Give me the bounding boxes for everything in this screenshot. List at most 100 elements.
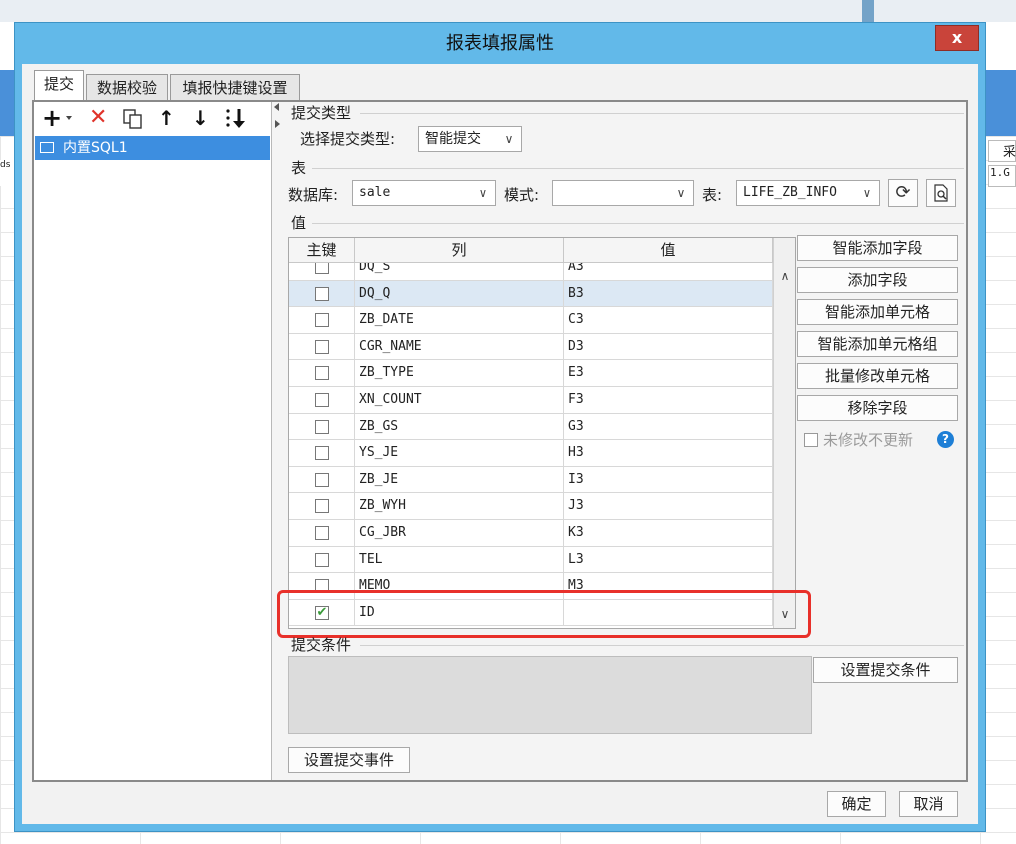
schema-select[interactable]: ∨ xyxy=(552,180,694,206)
header-value[interactable]: 值 xyxy=(564,238,773,262)
column-cell[interactable]: DQ_Q xyxy=(355,280,564,307)
table-row[interactable]: ZB_GS G3 xyxy=(289,413,773,441)
table-scrollbar[interactable]: ∧ ∨ xyxy=(773,238,795,628)
primary-key-checkbox[interactable] xyxy=(315,339,329,354)
submit-condition-area[interactable] xyxy=(288,656,812,734)
value-cell[interactable]: J3 xyxy=(564,493,773,519)
table-row[interactable]: TEL L3 xyxy=(289,546,773,574)
value-cell[interactable]: E3 xyxy=(564,360,773,386)
table-value: LIFE_ZB_INFO xyxy=(743,185,837,200)
refresh-icon: ⟳ xyxy=(895,182,911,203)
column-cell[interactable]: ZB_DATE xyxy=(355,307,564,333)
value-cell[interactable]: C3 xyxy=(564,307,773,333)
value-cell[interactable]: K3 xyxy=(564,519,773,546)
expand-right-icon[interactable] xyxy=(275,120,280,128)
add-icon[interactable]: + xyxy=(42,106,68,130)
field-mapping-table: DQ_S A3 DQ_Q B3 ZB_DATE C3 CGR_NAME D3 ZB_TYPE E3… xyxy=(288,237,796,629)
list-item-selected[interactable]: 内置SQL1 xyxy=(35,136,270,160)
column-cell[interactable]: CGR_NAME xyxy=(355,333,564,360)
database-select[interactable]: sale ∨ xyxy=(352,180,496,206)
primary-key-checkbox[interactable] xyxy=(315,392,329,407)
cancel-button[interactable]: 取消 xyxy=(899,791,958,817)
tab-data-validation[interactable]: 数据校验 xyxy=(86,74,168,100)
copy-icon[interactable] xyxy=(122,108,144,130)
value-cell[interactable]: H3 xyxy=(564,440,773,466)
value-cell[interactable]: G3 xyxy=(564,413,773,440)
move-up-icon[interactable]: ↑ xyxy=(158,106,178,130)
table-row[interactable]: ZB_WYH J3 xyxy=(289,493,773,520)
primary-key-cell xyxy=(289,360,355,386)
primary-key-checkbox[interactable] xyxy=(315,472,329,487)
no-update-label: 未修改不更新 xyxy=(823,431,914,449)
batch-modify-cell-button[interactable]: 批量修改单元格 xyxy=(797,363,958,389)
help-icon[interactable]: ? xyxy=(937,431,954,448)
tab-submit[interactable]: 提交 xyxy=(34,70,84,100)
primary-key-cell xyxy=(289,413,355,440)
primary-key-checkbox[interactable] xyxy=(315,525,329,540)
primary-key-checkbox[interactable] xyxy=(315,499,329,514)
column-cell[interactable]: XN_COUNT xyxy=(355,386,564,413)
header-primary-key[interactable]: 主键 xyxy=(289,238,355,262)
table-row[interactable]: CG_JBR K3 xyxy=(289,519,773,547)
primary-key-checkbox[interactable] xyxy=(315,552,329,567)
table-row[interactable]: XN_COUNT F3 xyxy=(289,386,773,414)
primary-key-checkbox[interactable] xyxy=(315,419,329,434)
ok-button[interactable]: 确定 xyxy=(827,791,886,817)
column-cell[interactable]: CG_JBR xyxy=(355,519,564,546)
table-row[interactable]: DQ_Q B3 xyxy=(289,280,773,308)
submit-type-select[interactable]: 智能提交 ∨ xyxy=(418,126,522,152)
sort-icon[interactable] xyxy=(224,106,250,130)
column-cell[interactable]: ZB_GS xyxy=(355,413,564,440)
set-submit-event-button[interactable]: 设置提交事件 xyxy=(288,747,410,773)
smart-add-field-button[interactable]: 智能添加字段 xyxy=(797,235,958,261)
primary-key-cell xyxy=(289,333,355,360)
table-row[interactable]: YS_JE H3 xyxy=(289,440,773,467)
close-button[interactable]: x xyxy=(935,25,979,51)
add-dropdown-icon[interactable] xyxy=(66,116,72,120)
move-down-icon[interactable]: ↓ xyxy=(192,106,212,130)
column-cell[interactable]: TEL xyxy=(355,546,564,573)
value-cell[interactable]: F3 xyxy=(564,386,773,413)
delete-icon[interactable]: ✕ xyxy=(89,106,111,130)
value-cell[interactable]: I3 xyxy=(564,466,773,493)
value-cell[interactable]: B3 xyxy=(564,280,773,307)
add-field-button[interactable]: 添加字段 xyxy=(797,267,958,293)
schema-label: 模式: xyxy=(504,186,540,204)
column-cell[interactable]: ZB_TYPE xyxy=(355,360,564,386)
chevron-down-icon: ∨ xyxy=(676,186,686,200)
value-cell[interactable]: L3 xyxy=(564,546,773,573)
table-row[interactable]: ZB_DATE C3 xyxy=(289,307,773,334)
primary-key-cell xyxy=(289,280,355,307)
table-label: 表: xyxy=(702,186,723,204)
column-cell[interactable]: YS_JE xyxy=(355,440,564,466)
refresh-button[interactable]: ⟳ xyxy=(888,179,918,207)
table-row[interactable]: ZB_JE I3 xyxy=(289,466,773,494)
table-row[interactable]: CGR_NAME D3 xyxy=(289,333,773,361)
table-section-label: 表 xyxy=(291,159,307,177)
sql-list-panel xyxy=(34,102,272,780)
remove-field-button[interactable]: 移除字段 xyxy=(797,395,958,421)
primary-key-checkbox[interactable] xyxy=(315,313,329,328)
column-cell[interactable]: ZB_JE xyxy=(355,466,564,493)
value-cell[interactable]: D3 xyxy=(564,333,773,360)
set-submit-condition-button[interactable]: 设置提交条件 xyxy=(813,657,958,683)
primary-key-checkbox[interactable] xyxy=(315,286,329,301)
dialog-title: 报表填报属性 xyxy=(446,33,554,54)
preview-button[interactable] xyxy=(926,179,956,207)
table-select[interactable]: LIFE_ZB_INFO ∨ xyxy=(736,180,880,206)
tab-shortcut-settings[interactable]: 填报快捷键设置 xyxy=(170,74,300,100)
collapse-left-icon[interactable] xyxy=(274,103,279,111)
database-label: 数据库: xyxy=(288,186,339,204)
scroll-up-icon[interactable]: ∧ xyxy=(774,266,795,286)
primary-key-checkbox[interactable] xyxy=(315,446,329,461)
submit-condition-divider xyxy=(360,645,964,646)
column-cell[interactable]: ZB_WYH xyxy=(355,493,564,519)
smart-add-cell-group-button[interactable]: 智能添加单元格组 xyxy=(797,331,958,357)
primary-key-checkbox[interactable] xyxy=(315,366,329,381)
header-column[interactable]: 列 xyxy=(355,238,564,262)
no-update-checkbox[interactable] xyxy=(804,433,818,447)
smart-add-cell-button[interactable]: 智能添加单元格 xyxy=(797,299,958,325)
primary-key-cell xyxy=(289,493,355,519)
table-row[interactable]: ZB_TYPE E3 xyxy=(289,360,773,387)
chevron-down-icon: ∨ xyxy=(504,132,514,146)
